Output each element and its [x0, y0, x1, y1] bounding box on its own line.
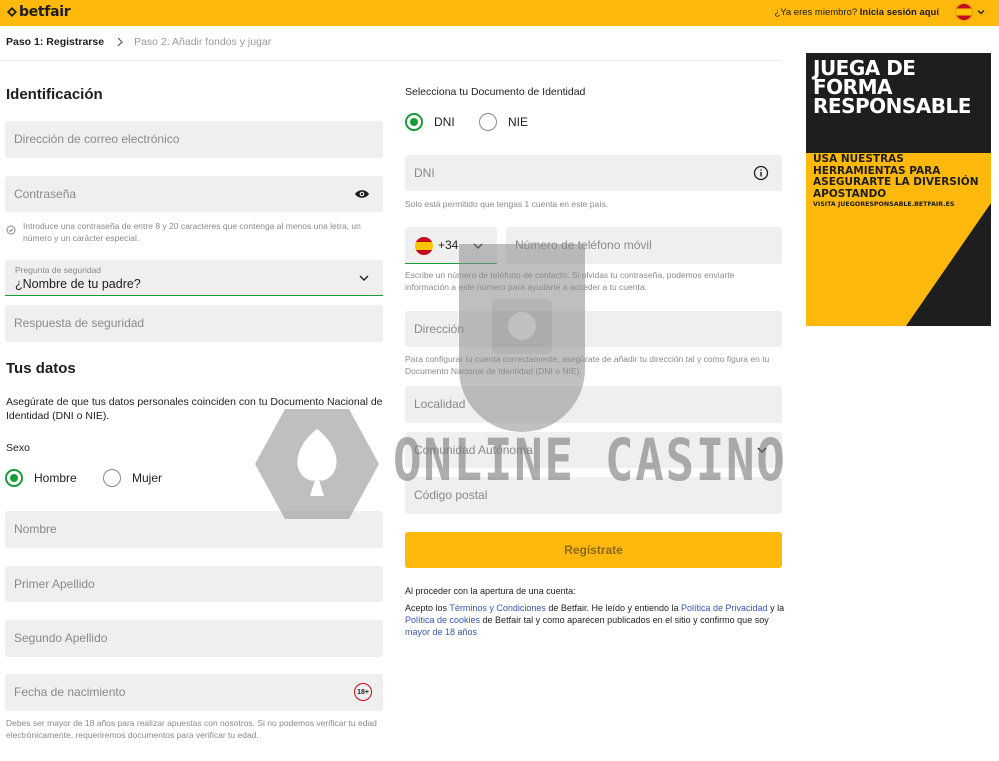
- step-2: Paso 2: Añadir fondos y jugar: [134, 36, 272, 48]
- dni-hint: Solo está permitido que tengas 1 cuenta …: [405, 199, 609, 209]
- dob-placeholder: Fecha de nacimiento: [14, 685, 126, 699]
- sex-label: Sexo: [6, 442, 30, 454]
- privacy-link[interactable]: Política de Privacidad: [681, 603, 768, 613]
- phone-field[interactable]: Número de teléfono móvil: [506, 227, 782, 264]
- city-placeholder: Localidad: [414, 397, 466, 411]
- ad-subtitle: USA NUESTRAS HERRAMIENTAS PARA ASEGURART…: [813, 153, 979, 200]
- personal-heading: Tus datos: [6, 360, 76, 377]
- dob-field[interactable]: Fecha de nacimiento: [5, 674, 383, 711]
- spain-flag-icon: [415, 237, 433, 255]
- chevron-right-icon: [117, 37, 123, 47]
- email-placeholder: Dirección de correo electrónico: [14, 132, 180, 146]
- personal-note: Asegúrate de que tus datos personales co…: [6, 396, 383, 422]
- age-18-icon: 18+: [354, 683, 372, 701]
- radio-dni-label: DNI: [434, 115, 455, 129]
- radio-dni-indicator[interactable]: [405, 113, 423, 131]
- age-link[interactable]: mayor de 18 años: [405, 627, 477, 637]
- login-prompt: ¿Ya eres miembro? Inicia sesión aquí: [774, 7, 939, 18]
- radio-female-label: Mujer: [132, 471, 163, 485]
- betfair-logo-icon: [6, 6, 18, 18]
- phone-prefix-select[interactable]: +34: [405, 227, 497, 264]
- security-answer-placeholder: Respuesta de seguridad: [14, 316, 145, 330]
- radio-male-label: Hombre: [34, 471, 77, 485]
- security-question-label: Pregunta de seguridad: [15, 265, 102, 275]
- radio-female-indicator[interactable]: [103, 469, 121, 487]
- watermark-text: ONLINE CASINO: [393, 426, 787, 494]
- divider: [0, 60, 782, 61]
- breadcrumb: Paso 1: Registrarse Paso 2: Añadir fondo…: [6, 36, 271, 48]
- member-question: ¿Ya eres miembro?: [774, 7, 858, 18]
- security-answer-field[interactable]: Respuesta de seguridad: [5, 305, 383, 342]
- identification-heading: Identificación: [6, 86, 103, 103]
- legal-intro: Al proceder con la apertura de una cuent…: [405, 586, 576, 596]
- top-bar: betfair ¿Ya eres miembro? Inicia sesión …: [0, 0, 999, 26]
- city-field[interactable]: Localidad: [405, 386, 782, 423]
- radio-nie-label: NIE: [508, 115, 529, 129]
- address-placeholder: Dirección: [414, 322, 465, 336]
- address-hint: Para configurar tu cuenta correctamente,…: [405, 354, 770, 376]
- spain-flag-icon[interactable]: [955, 3, 973, 21]
- surname1-field[interactable]: Primer Apellido: [5, 566, 383, 602]
- cookies-link[interactable]: Política de cookies: [405, 615, 480, 625]
- address-field[interactable]: Dirección: [405, 311, 782, 347]
- password-hint: Introduce una contraseña de entre 8 y 20…: [23, 221, 361, 243]
- surname2-placeholder: Segundo Apellido: [14, 631, 108, 645]
- radio-nie[interactable]: NIE: [479, 113, 528, 131]
- terms-link[interactable]: Términos y Condiciones: [449, 603, 546, 613]
- email-field[interactable]: Dirección de correo electrónico: [5, 121, 383, 158]
- radio-nie-indicator[interactable]: [479, 113, 497, 131]
- name-field[interactable]: Nombre: [5, 511, 383, 548]
- phone-prefix-value: +34: [438, 238, 459, 252]
- legal-text-part: de Betfair. He leído y entiendo la: [545, 603, 682, 613]
- phone-placeholder: Número de teléfono móvil: [515, 238, 652, 252]
- legal-text-part: de Betfair tal y como aparecen publicado…: [480, 615, 769, 625]
- chevron-down-icon: [359, 275, 369, 281]
- login-link[interactable]: Inicia sesión aquí: [860, 7, 939, 18]
- security-question-value: ¿Nombre de tu padre?: [15, 277, 141, 291]
- security-question-select[interactable]: Pregunta de seguridad ¿Nombre de tu padr…: [5, 260, 383, 296]
- ad-url: VISITA JUEGORESPONSABLE.BETFAIR.ES: [813, 201, 955, 208]
- password-field[interactable]: Contraseña: [5, 176, 383, 212]
- ad-title: JUEGA DE FORMA RESPONSABLE: [813, 56, 971, 118]
- chevron-down-icon[interactable]: [976, 7, 986, 17]
- name-placeholder: Nombre: [14, 522, 57, 536]
- legal-text-part: Acepto los: [405, 603, 450, 613]
- register-button[interactable]: Regístrate: [405, 532, 782, 568]
- surname2-field[interactable]: Segundo Apellido: [5, 620, 383, 657]
- eye-icon[interactable]: [354, 188, 370, 200]
- legal-text-part: y la: [767, 603, 785, 613]
- chevron-down-icon: [473, 243, 483, 249]
- dni-field[interactable]: DNI: [405, 155, 782, 191]
- step-1: Paso 1: Registrarse: [6, 36, 105, 48]
- legal-text: Acepto los Términos y Condiciones de Bet…: [405, 602, 785, 638]
- betfair-logo[interactable]: betfair: [6, 4, 71, 20]
- radio-male[interactable]: Hombre: [5, 469, 77, 487]
- surname1-placeholder: Primer Apellido: [14, 577, 95, 591]
- radio-female[interactable]: Mujer: [103, 469, 162, 487]
- radio-dni[interactable]: DNI: [405, 113, 455, 131]
- dob-hint: Debes ser mayor de 18 años para realizar…: [6, 718, 377, 740]
- phone-hint: Escribe un número de teléfono de contact…: [405, 270, 735, 292]
- dni-placeholder: DNI: [414, 166, 435, 180]
- password-placeholder: Contraseña: [14, 187, 77, 201]
- radio-male-indicator[interactable]: [5, 469, 23, 487]
- check-circle-icon: [6, 225, 16, 235]
- logo-text: betfair: [19, 4, 71, 20]
- responsible-gambling-ad[interactable]: JUEGA DE FORMA RESPONSABLE USA NUESTRAS …: [806, 53, 991, 326]
- document-label: Selecciona tu Documento de Identidad: [405, 86, 586, 98]
- info-icon[interactable]: [753, 165, 769, 181]
